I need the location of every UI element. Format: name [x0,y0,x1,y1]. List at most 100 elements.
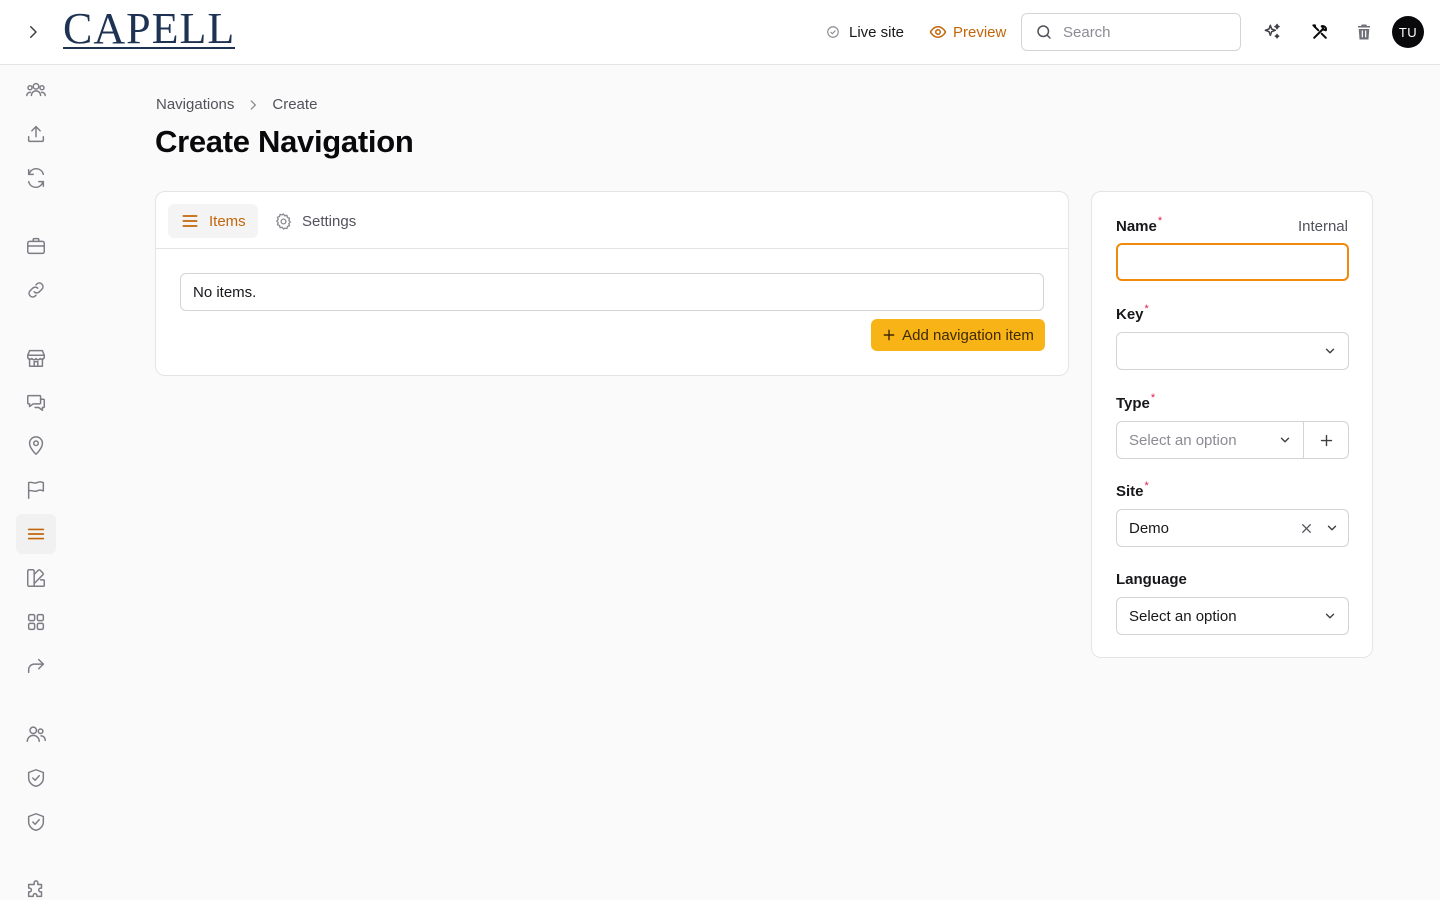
site-select[interactable]: Demo [1116,509,1349,547]
sidebar-item-navigations[interactable] [16,514,56,554]
sidebar-item-themes[interactable] [16,558,56,598]
briefcase-icon [27,237,45,255]
gear-icon [276,212,291,230]
grid-icon [27,613,45,631]
key-label: Key* [1116,303,1149,323]
live-site-link[interactable]: Live site [826,22,904,42]
sidebar-item-upload[interactable] [16,114,56,154]
check-circle-icon [827,26,839,38]
users-icon [26,726,46,743]
chevron-down-icon [1312,598,1348,634]
name-hint: Internal [1297,218,1348,235]
menu-lines-icon [182,215,198,227]
logo-underline [63,47,236,49]
breadcrumb-create: Create [272,96,318,113]
chat-icon [27,394,45,411]
clear-icon[interactable] [1296,510,1316,546]
shield-check-icon [27,769,45,787]
ai-sparkles-button[interactable] [1261,21,1283,43]
sidebar-item-blocks[interactable] [16,602,56,642]
required-marker: * [1144,480,1149,492]
type-select-placeholder: Select an option [1129,431,1237,449]
details-card: Name* Internal Key* Type* Select an opti… [1091,191,1373,658]
eye-icon [929,26,947,38]
user-avatar[interactable]: TU [1392,16,1424,48]
puzzle-icon [27,880,43,898]
users-group-icon [26,82,46,97]
sidebar-expand-button[interactable] [20,19,46,45]
breadcrumb-navigations[interactable]: Navigations [156,96,234,113]
tab-items-label: Items [209,212,246,230]
sidebar-item-redirects[interactable] [16,646,56,686]
language-label: Language [1116,571,1187,588]
logo[interactable]: CAPELL [63,7,236,51]
preview-link[interactable]: Preview [929,22,1006,42]
type-field-group: Select an option [1116,421,1349,459]
breadcrumb: Navigations Create [156,96,317,113]
tools-button[interactable] [1309,21,1331,43]
page-title: Create Navigation [155,124,414,159]
search-box [1021,13,1241,51]
swatch-icon [27,569,45,587]
sidebar-item-users-group[interactable] [16,70,56,110]
chevron-down-icon [1267,422,1303,458]
items-card: Items Settings No items. Add navigation … [155,191,1069,376]
tab-settings-label: Settings [302,212,357,230]
add-type-button[interactable] [1304,422,1348,458]
sidebar-item-links[interactable] [16,270,56,310]
chevron-right-icon [250,99,257,110]
store-icon [27,349,45,367]
required-marker: * [1144,303,1149,315]
map-pin-icon [28,436,44,455]
required-marker: * [1150,392,1156,404]
language-select[interactable]: Select an option [1116,597,1349,635]
sidebar-item-roles[interactable] [16,758,56,798]
add-navigation-item-button[interactable]: Add navigation item [871,319,1045,351]
live-site-label: Live site [849,23,905,41]
tab-items[interactable]: Items [168,204,258,238]
name-label: Name* [1116,215,1163,235]
link-icon [28,282,44,298]
sidebar-item-sync[interactable] [16,158,56,198]
tab-bar: Items Settings [156,192,1068,249]
share-arrow-icon [27,658,45,674]
add-navigation-item-label: Add navigation item [902,326,1034,344]
name-field-wrapper [1116,243,1349,281]
key-select[interactable] [1116,332,1349,370]
sidebar-item-plugins[interactable] [16,870,56,900]
type-select[interactable]: Select an option [1117,422,1304,458]
trash-icon [1358,24,1370,40]
chevron-down-icon [1312,333,1348,369]
sidebar-item-users[interactable] [16,714,56,754]
sidebar-item-permissions[interactable] [16,802,56,842]
sparkles-icon [1264,23,1280,39]
site-label: Site* [1116,480,1149,500]
plus-icon [883,329,895,341]
top-bar: CAPELL Live site Preview TU [0,0,1440,65]
sidebar-item-flags[interactable] [16,470,56,510]
menu-lines-icon [27,528,45,540]
search-icon [1037,25,1051,39]
site-select-value: Demo [1129,519,1170,537]
sidebar-item-briefcase[interactable] [16,226,56,266]
language-select-value: Select an option [1129,607,1237,625]
refresh-icon [27,168,45,188]
sidebar-item-chat[interactable] [16,382,56,422]
delete-button[interactable] [1353,21,1375,43]
upload-icon [27,125,45,143]
wrench-screwdriver-icon [1312,24,1327,39]
sidebar-item-locations[interactable] [16,426,56,466]
chevron-down-icon [1316,510,1348,546]
search-input[interactable] [1063,23,1223,41]
sidebar-item-store[interactable] [16,338,56,378]
empty-items-message: No items. [180,273,1044,311]
logo-text: CAPELL [63,4,236,53]
tab-settings[interactable]: Settings [262,204,368,238]
chevron-right-icon [30,26,37,38]
name-field[interactable] [1118,245,1347,279]
type-label: Type* [1116,392,1156,412]
plus-icon [1320,434,1332,446]
preview-label: Preview [953,23,1007,41]
required-marker: * [1157,215,1163,227]
shield-check-icon [27,813,45,831]
